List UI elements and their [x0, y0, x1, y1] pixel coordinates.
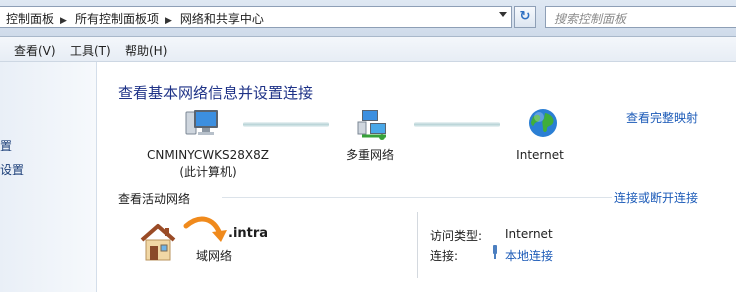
refresh-button[interactable]: ↻ [514, 6, 536, 28]
left-pane: 置 设置 [0, 62, 97, 292]
menu-tools[interactable]: 工具(T) [70, 42, 111, 59]
breadcrumb-all-items[interactable]: 所有控制面板项 [75, 12, 159, 26]
connection-line [243, 122, 329, 127]
house-icon[interactable] [136, 220, 178, 264]
divider [222, 197, 612, 198]
access-type-value: Internet [505, 227, 553, 241]
chevron-right-icon[interactable]: ▶ [165, 16, 172, 26]
access-type-label: 访问类型: [430, 229, 483, 243]
connection-line [414, 122, 500, 127]
page-title: 查看基本网络信息并设置连接 [118, 84, 314, 102]
local-connection-link[interactable]: 本地连接 [505, 247, 553, 264]
connections-label: 连接: [430, 249, 459, 263]
node-computer-label[interactable]: CNMINYCWKS28X8Z (此计算机) [138, 147, 278, 181]
left-pane-link[interactable]: 置 [0, 137, 12, 154]
active-networks-label: 查看活动网络 [118, 192, 191, 206]
network-name: .intra [228, 226, 269, 241]
network-type[interactable]: 域网络 [196, 247, 232, 264]
node-network-label[interactable]: 多重网络 [330, 147, 410, 164]
refresh-icon: ↻ [519, 9, 531, 24]
address-bar[interactable]: 控制面板 ▶ 所有控制面板项 ▶ 网络和共享中心 [0, 6, 512, 28]
ethernet-icon [493, 245, 497, 259]
chevron-down-icon[interactable] [499, 12, 507, 17]
menu-bar: 查看(V) 工具(T) 帮助(H) [0, 37, 736, 62]
computer-icon[interactable] [184, 108, 220, 138]
connect-disconnect-link[interactable]: 连接或断开连接 [614, 189, 698, 206]
address-toolbar: 控制面板 ▶ 所有控制面板项 ▶ 网络和共享中心 ↻ 搜索控制面板 [0, 0, 736, 37]
computer-name: CNMINYCWKS28X8Z [147, 148, 269, 162]
node-internet-label[interactable]: Internet [500, 147, 580, 164]
breadcrumb: 控制面板 ▶ 所有控制面板项 ▶ 网络和共享中心 [6, 10, 270, 27]
network-icon[interactable] [356, 108, 390, 140]
menu-help[interactable]: 帮助(H) [125, 42, 167, 59]
left-pane-link[interactable]: 设置 [0, 161, 24, 178]
breadcrumb-network-center[interactable]: 网络和共享中心 [180, 12, 264, 26]
chevron-right-icon[interactable]: ▶ [60, 16, 67, 26]
divider-vertical [417, 212, 418, 278]
globe-icon[interactable] [527, 107, 559, 139]
menu-view[interactable]: 查看(V) [14, 42, 56, 59]
computer-sub: (此计算机) [179, 165, 237, 179]
search-input[interactable]: 搜索控制面板 [545, 6, 736, 28]
view-full-map-link[interactable]: 查看完整映射 [626, 109, 698, 126]
breadcrumb-control-panel[interactable]: 控制面板 [6, 12, 54, 26]
